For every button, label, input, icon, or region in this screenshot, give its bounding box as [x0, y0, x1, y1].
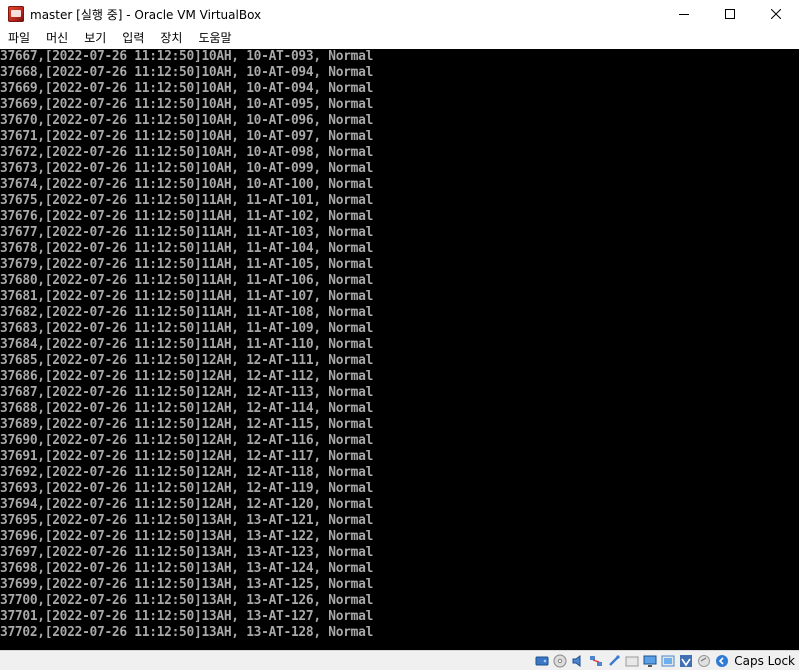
console-line: 37676,[2022-07-26 11:12:50]11AH, 11-AT-1… — [0, 209, 374, 224]
menu-bar: 파일 머신 보기 입력 장치 도움말 — [0, 28, 799, 49]
console-line: 37683,[2022-07-26 11:12:50]11AH, 11-AT-1… — [0, 321, 374, 336]
virtualization-icon[interactable] — [678, 653, 694, 669]
console-line: 37688,[2022-07-26 11:12:50]12AH, 12-AT-1… — [0, 401, 374, 416]
close-icon — [771, 9, 781, 19]
window-title: master [실행 중] - Oracle VM VirtualBox — [30, 7, 262, 22]
title-bar[interactable]: master [실행 중] - Oracle VM VirtualBox — [0, 0, 799, 28]
console-line: 37692,[2022-07-26 11:12:50]12AH, 12-AT-1… — [0, 465, 374, 480]
console-line: 37690,[2022-07-26 11:12:50]12AH, 12-AT-1… — [0, 433, 374, 448]
console-line: 37672,[2022-07-26 11:12:50]10AH, 10-AT-0… — [0, 145, 374, 160]
console-line: 37681,[2022-07-26 11:12:50]11AH, 11-AT-1… — [0, 289, 374, 304]
menu-input[interactable]: 입력 — [114, 28, 152, 49]
video-capture-icon[interactable] — [660, 653, 676, 669]
shared-folders-icon[interactable] — [624, 653, 640, 669]
menu-view[interactable]: 보기 — [76, 28, 114, 49]
console-line: 37669,[2022-07-26 11:12:50]10AH, 10-AT-0… — [0, 81, 374, 96]
audio-icon[interactable] — [570, 653, 586, 669]
console-line: 37668,[2022-07-26 11:12:50]10AH, 10-AT-0… — [0, 65, 374, 80]
menu-devices[interactable]: 장치 — [152, 28, 190, 49]
console-line: 37667,[2022-07-26 11:12:50]10AH, 10-AT-0… — [0, 49, 374, 64]
mouse-integration-icon[interactable] — [696, 653, 712, 669]
console-line: 37695,[2022-07-26 11:12:50]13AH, 13-AT-1… — [0, 513, 374, 528]
vm-console-screen[interactable]: 37667,[2022-07-26 11:12:50]10AH, 10-AT-0… — [0, 49, 799, 650]
console-line: 37669,[2022-07-26 11:12:50]10AH, 10-AT-0… — [0, 97, 374, 112]
usb-icon[interactable] — [606, 653, 622, 669]
console-line: 37694,[2022-07-26 11:12:50]12AH, 12-AT-1… — [0, 497, 374, 512]
console-line: 37702,[2022-07-26 11:12:50]13AH, 13-AT-1… — [0, 625, 374, 640]
console-line: 37699,[2022-07-26 11:12:50]13AH, 13-AT-1… — [0, 577, 374, 592]
console-line: 37686,[2022-07-26 11:12:50]12AH, 12-AT-1… — [0, 369, 374, 384]
hard-disk-icon[interactable] — [534, 653, 550, 669]
console-line: 37671,[2022-07-26 11:12:50]10AH, 10-AT-0… — [0, 129, 374, 144]
menu-machine[interactable]: 머신 — [38, 28, 76, 49]
console-line: 37696,[2022-07-26 11:12:50]13AH, 13-AT-1… — [0, 529, 374, 544]
optical-drive-icon[interactable] — [552, 653, 568, 669]
console-line: 37677,[2022-07-26 11:12:50]11AH, 11-AT-1… — [0, 225, 374, 240]
menu-help[interactable]: 도움말 — [190, 28, 239, 49]
maximize-icon — [725, 9, 735, 19]
minimize-button[interactable] — [661, 0, 707, 28]
console-line: 37684,[2022-07-26 11:12:50]11AH, 11-AT-1… — [0, 337, 374, 352]
close-button[interactable] — [753, 0, 799, 28]
minimize-icon — [679, 14, 689, 15]
console-line: 37687,[2022-07-26 11:12:50]12AH, 12-AT-1… — [0, 385, 374, 400]
console-line: 37685,[2022-07-26 11:12:50]12AH, 12-AT-1… — [0, 353, 374, 368]
network-icon[interactable] — [588, 653, 604, 669]
window-controls — [661, 0, 799, 28]
console-line: 37693,[2022-07-26 11:12:50]12AH, 12-AT-1… — [0, 481, 374, 496]
virtualbox-app-icon[interactable] — [8, 6, 24, 22]
status-icons: Caps Lock — [532, 652, 795, 670]
console-line: 37691,[2022-07-26 11:12:50]12AH, 12-AT-1… — [0, 449, 374, 464]
display-icon[interactable] — [642, 653, 658, 669]
console-line: 37701,[2022-07-26 11:12:50]13AH, 13-AT-1… — [0, 609, 374, 624]
console-line: 37680,[2022-07-26 11:12:50]11AH, 11-AT-1… — [0, 273, 374, 288]
console-line: 37673,[2022-07-26 11:12:50]10AH, 10-AT-0… — [0, 161, 374, 176]
status-bar: Caps Lock — [0, 650, 799, 670]
console-line: 37678,[2022-07-26 11:12:50]11AH, 11-AT-1… — [0, 241, 374, 256]
console-line: 37670,[2022-07-26 11:12:50]10AH, 10-AT-0… — [0, 113, 374, 128]
console-line: 37689,[2022-07-26 11:12:50]12AH, 12-AT-1… — [0, 417, 374, 432]
console-line: 37682,[2022-07-26 11:12:50]11AH, 11-AT-1… — [0, 305, 374, 320]
menu-file[interactable]: 파일 — [0, 28, 38, 49]
console-line: 37675,[2022-07-26 11:12:50]11AH, 11-AT-1… — [0, 193, 374, 208]
maximize-button[interactable] — [707, 0, 753, 28]
caps-lock-label: Caps Lock — [734, 654, 795, 668]
console-line: 37697,[2022-07-26 11:12:50]13AH, 13-AT-1… — [0, 545, 374, 560]
console-line: 37700,[2022-07-26 11:12:50]13AH, 13-AT-1… — [0, 593, 374, 608]
console-line: 37698,[2022-07-26 11:12:50]13AH, 13-AT-1… — [0, 561, 374, 576]
console-line: 37674,[2022-07-26 11:12:50]10AH, 10-AT-1… — [0, 177, 374, 192]
host-key-icon[interactable] — [714, 653, 730, 669]
console-line: 37679,[2022-07-26 11:12:50]11AH, 11-AT-1… — [0, 257, 374, 272]
